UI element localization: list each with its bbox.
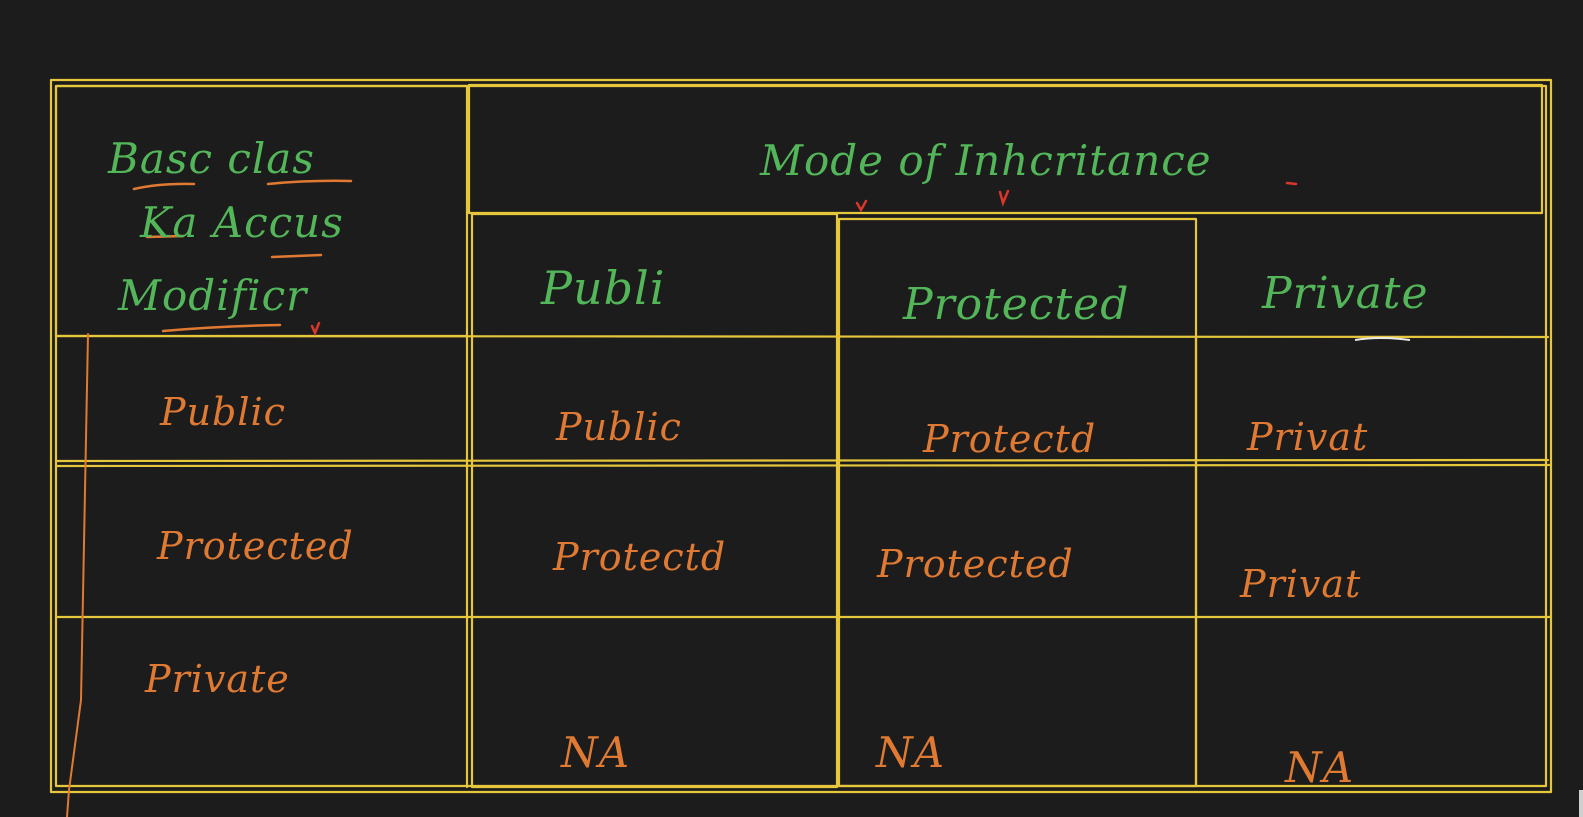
mode-column-private: Private xyxy=(1262,268,1429,319)
cell-private-public: NA xyxy=(561,728,631,777)
cell-protected-protected: Protected xyxy=(877,542,1074,586)
mode-of-inheritance-header: Mode of Inhcritance xyxy=(760,136,1212,185)
corner-header-line-1: Basc clas xyxy=(108,134,315,183)
scrollbar-edge[interactable] xyxy=(1579,790,1583,817)
cell-protected-private: Privat xyxy=(1240,562,1362,606)
cell-public-public: Public xyxy=(556,405,682,449)
row-label-private: Private xyxy=(145,657,290,701)
mode-column-protected: Protected xyxy=(903,279,1130,330)
cell-public-protected: Protectd xyxy=(923,417,1097,461)
row-label-protected: Protected xyxy=(157,524,354,568)
row-label-public: Public xyxy=(160,390,286,434)
cell-private-protected: NA xyxy=(876,728,946,777)
whiteboard-canvas: Basc clas Ka Accus Modificr Mode of Inhc… xyxy=(0,0,1583,817)
mode-column-public: Publi xyxy=(541,261,666,315)
cell-public-private: Privat xyxy=(1247,415,1369,459)
cell-protected-public: Protectd xyxy=(553,535,727,579)
corner-header-line-3: Modificr xyxy=(118,271,308,320)
cell-private-private: NA xyxy=(1285,743,1355,792)
corner-header-line-2: Ka Accus xyxy=(140,198,344,247)
